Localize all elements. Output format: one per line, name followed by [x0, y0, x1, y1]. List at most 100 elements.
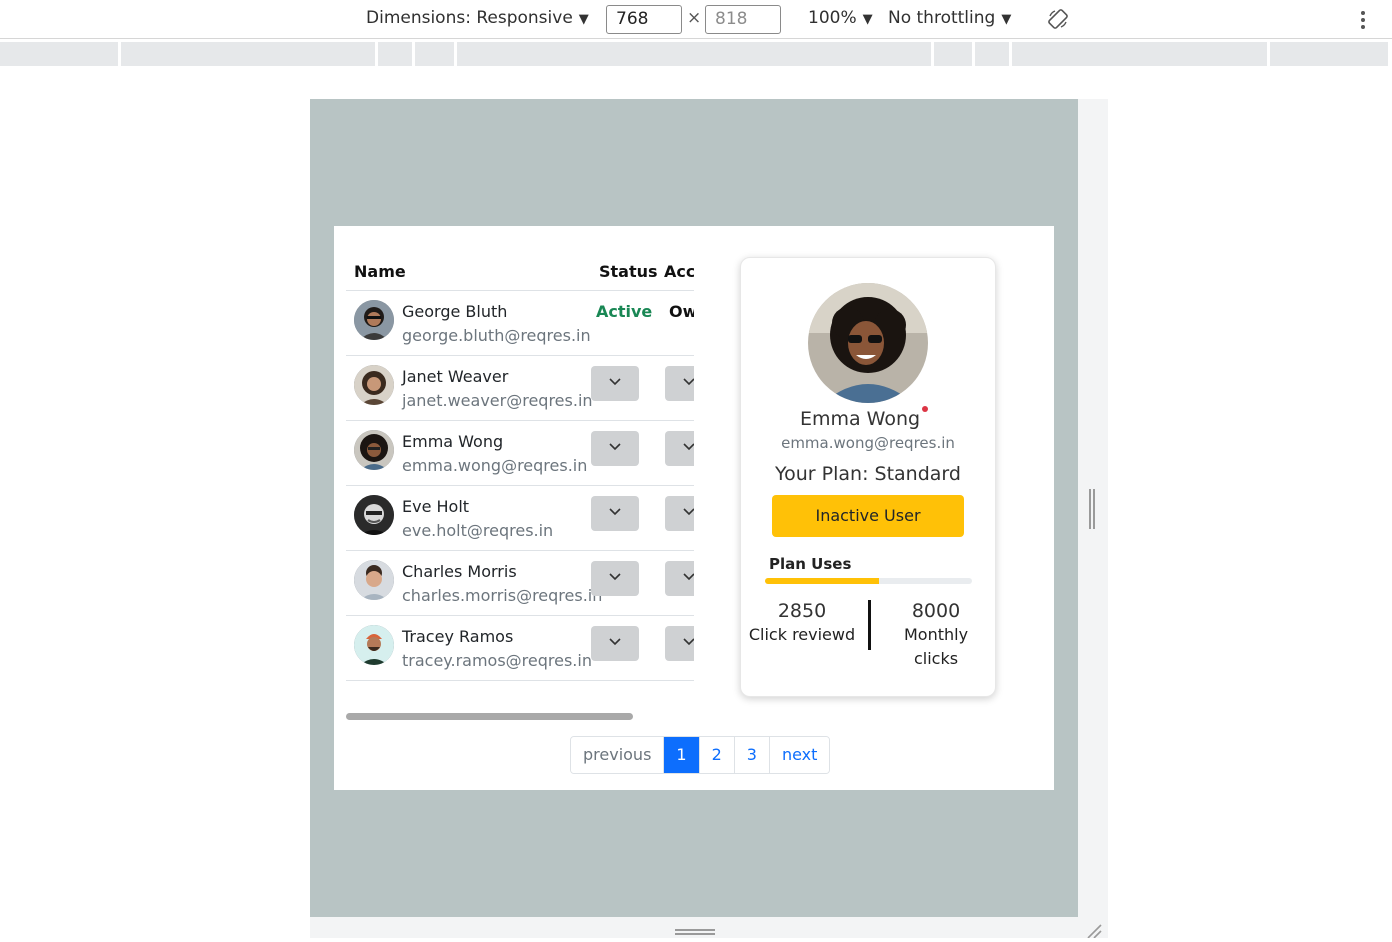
access-dropdown[interactable] [665, 431, 694, 466]
rotate-icon[interactable] [1047, 8, 1069, 30]
media-query-segment[interactable] [457, 42, 931, 66]
chevron-down-icon [609, 443, 621, 451]
user-email: janet.weaver@reqres.in [402, 391, 593, 410]
chevron-down-icon [609, 508, 621, 516]
stats-divider [868, 600, 871, 650]
status-dropdown[interactable] [591, 366, 639, 401]
avatar [354, 495, 394, 535]
pagination: previous 1 2 3 next [570, 736, 831, 774]
resize-handle-bottom[interactable] [675, 929, 715, 937]
plan-uses-progress-fill [765, 578, 879, 584]
profile-plan: Your Plan: Standard [775, 463, 961, 485]
chevron-down-icon [683, 378, 694, 386]
user-name: George Bluth [402, 302, 508, 321]
avatar [354, 430, 394, 470]
table-row: Eve Holt eve.holt@reqres.in [346, 486, 694, 551]
throttling-label: No throttling [888, 8, 996, 28]
chevron-down-icon [683, 508, 694, 516]
pagination-page-3[interactable]: 3 [734, 737, 770, 773]
plan-uses-progress [765, 578, 972, 584]
viewport-height-input[interactable]: 818 [705, 5, 781, 34]
media-query-segment[interactable] [121, 42, 375, 66]
column-header-access: Acc [664, 262, 694, 281]
user-name: Eve Holt [402, 497, 470, 516]
chevron-down-icon [683, 638, 694, 646]
dimensions-dropdown[interactable]: Dimensions: Responsive ▼ [366, 8, 589, 28]
avatar [354, 560, 394, 600]
status-dropdown[interactable] [591, 626, 639, 661]
throttling-dropdown[interactable]: No throttling ▼ [888, 8, 1011, 28]
media-query-segment[interactable] [415, 42, 454, 66]
chevron-down-icon [609, 378, 621, 386]
resize-handle-corner-icon[interactable] [1084, 922, 1102, 939]
devtools-device-toolbar: Dimensions: Responsive ▼ 768 × 818 100% ▼ … [0, 0, 1392, 39]
user-name: Tracey Ramos [402, 627, 514, 646]
access-dropdown[interactable] [665, 626, 694, 661]
table-row: Charles Morris charles.morris@reqres.in [346, 551, 694, 616]
access-value: Ow [669, 302, 694, 321]
user-email: george.bluth@reqres.in [402, 326, 591, 345]
dimensions-label: Dimensions: Responsive [366, 8, 573, 28]
monthly-clicks-stat: 8000 Monthly clicks [881, 599, 991, 671]
access-dropdown[interactable] [665, 366, 694, 401]
profile-email: emma.wong@reqres.in [781, 434, 955, 452]
user-email: emma.wong@reqres.in [402, 456, 588, 475]
column-header-status: Status [599, 262, 658, 281]
user-name: Janet Weaver [402, 367, 509, 386]
avatar [354, 365, 394, 405]
caret-down-icon: ▼ [578, 12, 589, 27]
users-app-card: Name Status Acc George Bluth george.blut… [334, 226, 1054, 790]
status-dropdown[interactable] [591, 431, 639, 466]
pagination-page-2[interactable]: 2 [699, 737, 735, 773]
zoom-label: 100% [808, 8, 857, 28]
plan-uses-label: Plan Uses [769, 555, 852, 573]
horizontal-scrollbar[interactable] [346, 713, 633, 720]
user-name: Emma Wong [402, 432, 504, 451]
more-options-icon[interactable] [1356, 9, 1370, 31]
user-email: eve.holt@reqres.in [402, 521, 554, 540]
table-row: Emma Wong emma.wong@reqres.in [346, 421, 694, 486]
media-query-segment[interactable] [934, 42, 972, 66]
table-row: George Bluth george.bluth@reqres.in Acti… [346, 291, 694, 356]
status-dropdown[interactable] [591, 561, 639, 596]
table-row: Tracey Ramos tracey.ramos@reqres.in [346, 616, 694, 681]
chevron-down-icon [683, 443, 694, 451]
status-dropdown[interactable] [591, 496, 639, 531]
user-name: Charles Morris [402, 562, 517, 581]
zoom-dropdown[interactable]: 100% ▼ [808, 8, 873, 28]
clicks-reviewed-stat: 2850 Click reviewd [747, 599, 857, 647]
dimension-separator: × [687, 8, 702, 28]
media-query-segment[interactable] [0, 42, 118, 66]
status-badge: Active [596, 302, 653, 321]
access-dropdown[interactable] [665, 496, 694, 531]
clicks-reviewed-label: Click reviewd [748, 625, 856, 644]
media-query-segment[interactable] [1012, 42, 1267, 66]
avatar [354, 300, 394, 340]
profile-name: Emma Wong [799, 408, 921, 430]
media-query-segment[interactable] [975, 42, 1009, 66]
profile-avatar [808, 283, 928, 403]
clicks-reviewed-value: 2850 [777, 600, 827, 622]
viewport-width-input[interactable]: 768 [606, 5, 682, 34]
caret-down-icon: ▼ [862, 12, 873, 27]
chevron-down-icon [609, 573, 621, 581]
resize-handle-right[interactable] [1089, 489, 1097, 529]
media-query-segment[interactable] [1270, 42, 1388, 66]
pagination-next[interactable]: next [769, 737, 830, 773]
user-email: tracey.ramos@reqres.in [402, 651, 592, 670]
user-status-button[interactable]: Inactive User [772, 495, 964, 537]
chevron-down-icon [683, 573, 694, 581]
column-header-name: Name [354, 262, 406, 281]
monthly-clicks-value: 8000 [911, 600, 961, 622]
users-table[interactable]: Name Status Acc George Bluth george.blut… [346, 252, 694, 682]
user-profile-card: Emma Wong emma.wong@reqres.in Your Plan:… [740, 257, 996, 697]
user-email: charles.morris@reqres.in [402, 586, 603, 605]
media-query-segment[interactable] [378, 42, 412, 66]
online-status-dot [922, 406, 928, 412]
caret-down-icon: ▼ [1001, 12, 1012, 27]
pagination-previous[interactable]: previous [571, 737, 665, 773]
avatar [354, 625, 394, 665]
access-dropdown[interactable] [665, 561, 694, 596]
table-row: Janet Weaver janet.weaver@reqres.in [346, 356, 694, 421]
pagination-page-1[interactable]: 1 [664, 737, 700, 773]
